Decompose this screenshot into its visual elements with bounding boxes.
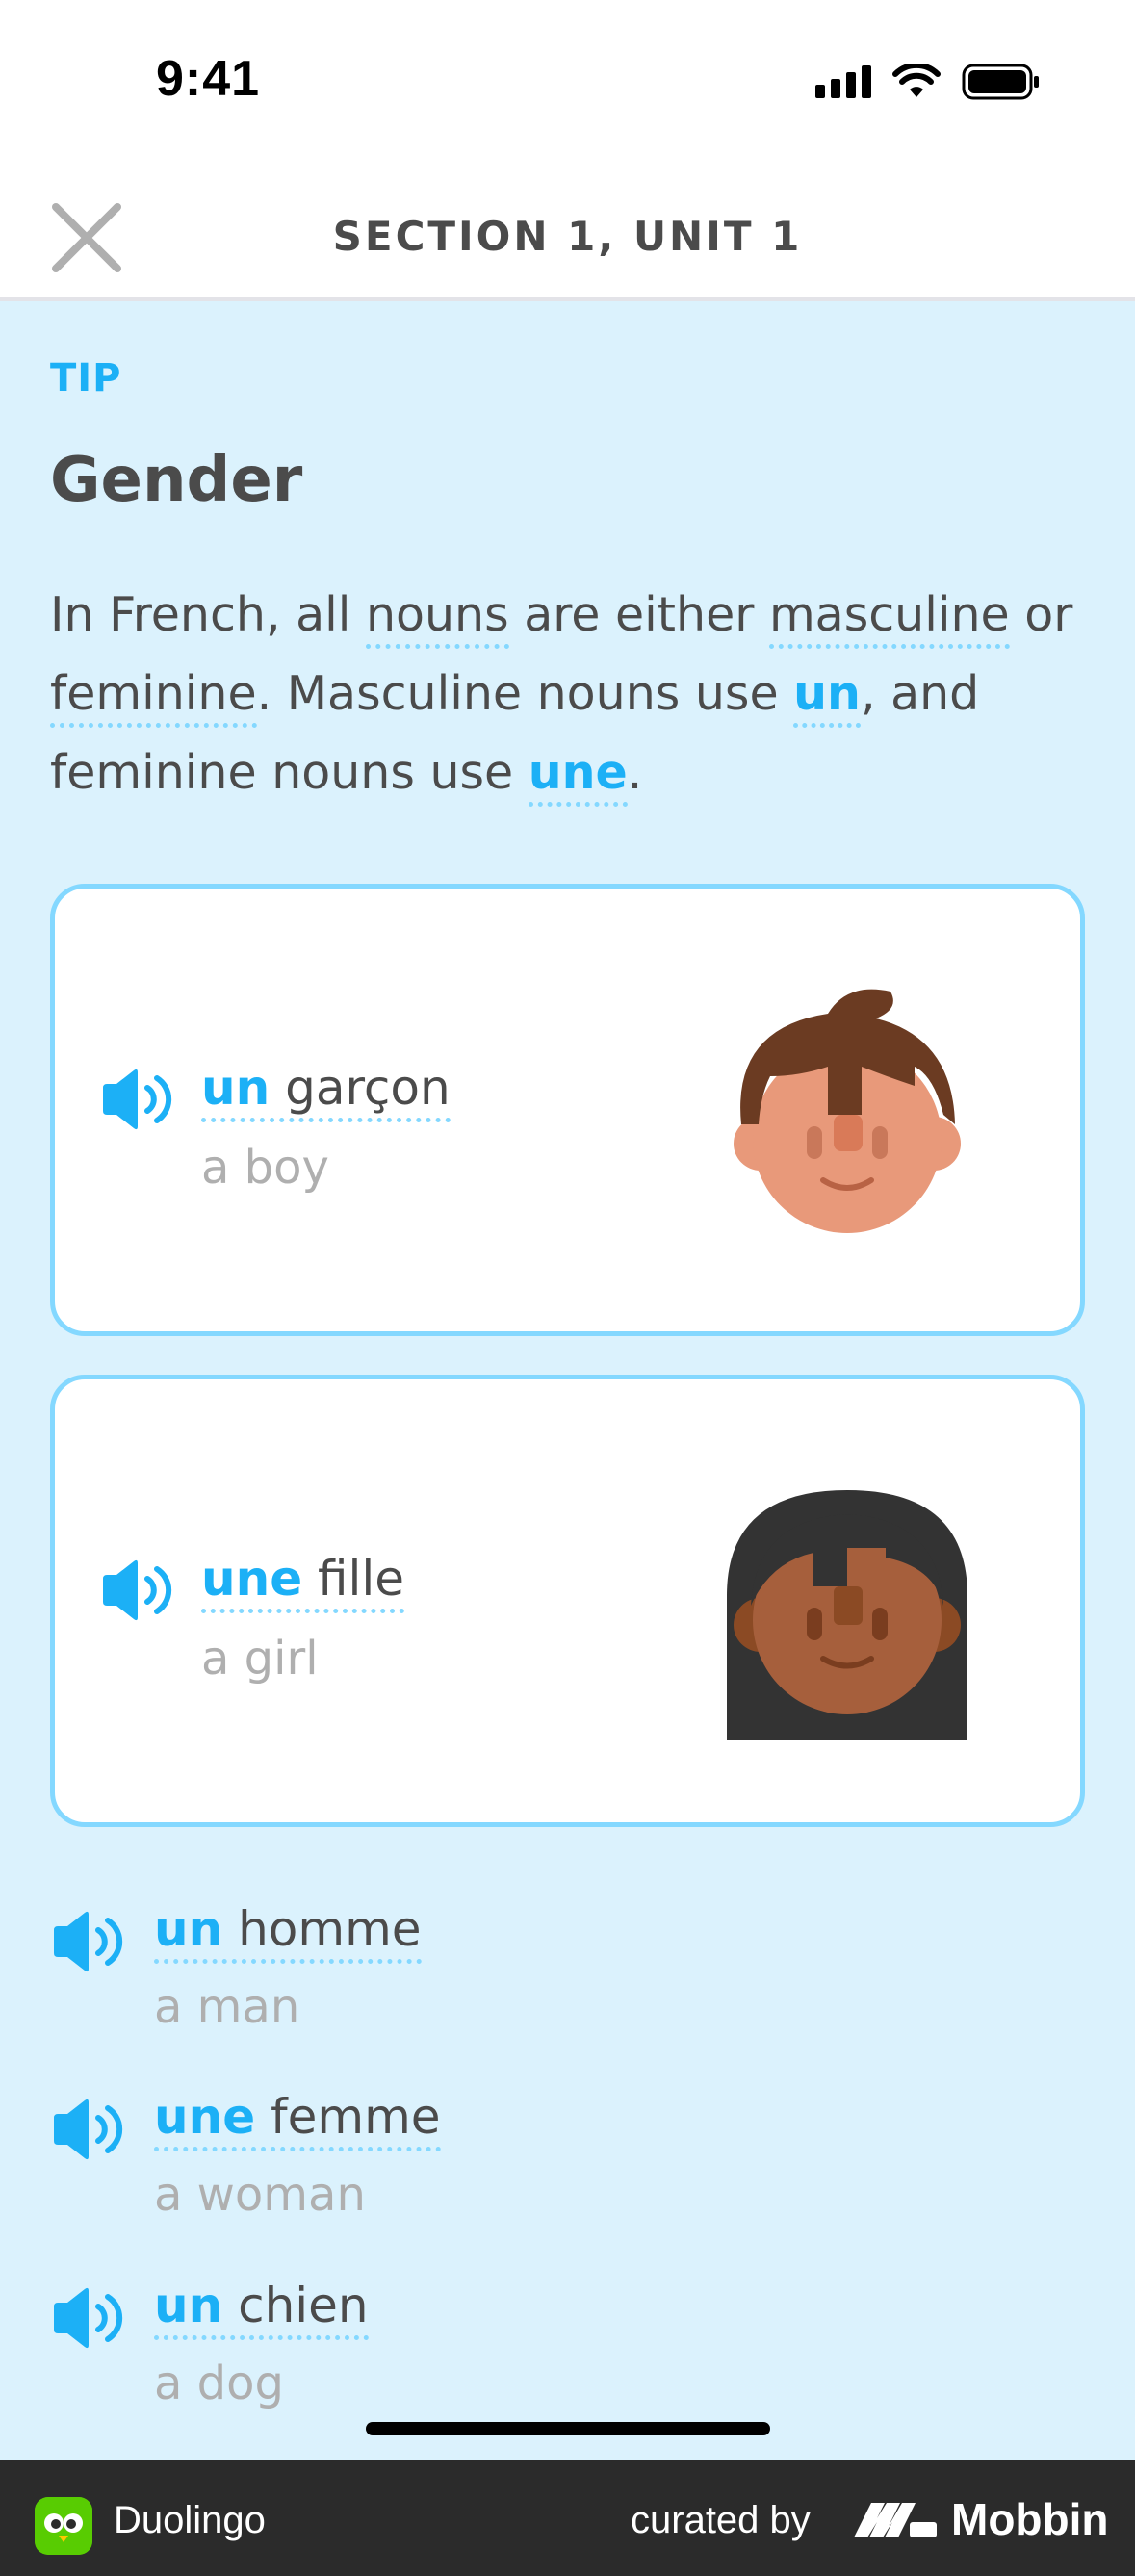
mobbin-logo — [854, 2503, 937, 2537]
noun: fille — [302, 1551, 405, 1607]
list-item: un homme a man — [50, 1901, 724, 2055]
article: un — [154, 1901, 223, 1957]
translation: a woman — [154, 2168, 366, 2222]
translation: a man — [154, 1980, 300, 2034]
article: un — [154, 2278, 223, 2333]
example-card: une fille a girl — [50, 1375, 1085, 1827]
phrase[interactable]: une femme — [154, 2089, 441, 2151]
intro-text: . Masculine nouns use — [256, 666, 794, 721]
status-time: 9:41 — [156, 51, 261, 107]
speaker-icon[interactable] — [99, 1067, 176, 1132]
glossary-word-une[interactable]: une — [528, 745, 628, 807]
status-icons — [815, 64, 1041, 100]
translation: a girl — [201, 1632, 319, 1686]
glossary-word-masculine[interactable]: masculine — [768, 587, 1010, 649]
speaker-icon[interactable] — [50, 2097, 127, 2162]
noun: femme — [255, 2089, 441, 2145]
home-indicator[interactable] — [366, 2422, 770, 2435]
noun: garçon — [270, 1060, 451, 1116]
page-title: Gender — [50, 445, 303, 516]
phrase[interactable]: un garçon — [201, 1060, 451, 1122]
glossary-word-feminine[interactable]: feminine — [50, 666, 257, 728]
header-title: SECTION 1, UNIT 1 — [332, 213, 803, 260]
wifi-icon — [892, 64, 941, 97]
article: une — [154, 2089, 256, 2145]
speaker-icon[interactable] — [50, 2285, 127, 2351]
phrase[interactable]: une fille — [201, 1551, 405, 1613]
noun: chien — [222, 2278, 369, 2333]
tip-label: TIP — [50, 356, 122, 400]
article: un — [201, 1060, 271, 1116]
intro-text: . — [627, 745, 643, 800]
noun: homme — [222, 1901, 422, 1957]
signal-icon — [815, 65, 871, 98]
phrase[interactable]: un chien — [154, 2278, 369, 2340]
attribution-footer: Duolingo curated by Mobbin — [0, 2460, 1135, 2576]
boy-avatar — [734, 989, 961, 1233]
speaker-icon[interactable] — [99, 1558, 176, 1623]
list-item: une femme a woman — [50, 2089, 724, 2243]
status-bar: 9:41 — [0, 0, 1135, 168]
translation: a dog — [154, 2357, 284, 2410]
girl-avatar — [727, 1490, 967, 1740]
list-item: un chien a dog — [50, 2278, 724, 2432]
intro-text: are either — [508, 587, 769, 642]
mobbin-brand: Mobbin — [951, 2494, 1109, 2544]
intro-text: In French, all — [50, 587, 366, 642]
article: une — [201, 1551, 303, 1607]
app-name: Duolingo — [114, 2499, 266, 2541]
example-card: un garçon a boy — [50, 884, 1085, 1336]
speaker-icon[interactable] — [50, 1909, 127, 1974]
lesson-header: SECTION 1, UNIT 1 — [0, 168, 1135, 301]
glossary-word-nouns[interactable]: nouns — [365, 587, 509, 649]
intro-text: or — [1009, 587, 1073, 642]
glossary-word-un[interactable]: un — [793, 666, 861, 728]
phrase[interactable]: un homme — [154, 1901, 422, 1964]
curated-by-label: curated by — [631, 2499, 811, 2541]
duolingo-logo — [35, 2497, 92, 2555]
translation: a boy — [201, 1141, 329, 1195]
battery-icon — [962, 64, 1039, 100]
tip-intro: In French, all nouns are either masculin… — [50, 576, 1099, 812]
